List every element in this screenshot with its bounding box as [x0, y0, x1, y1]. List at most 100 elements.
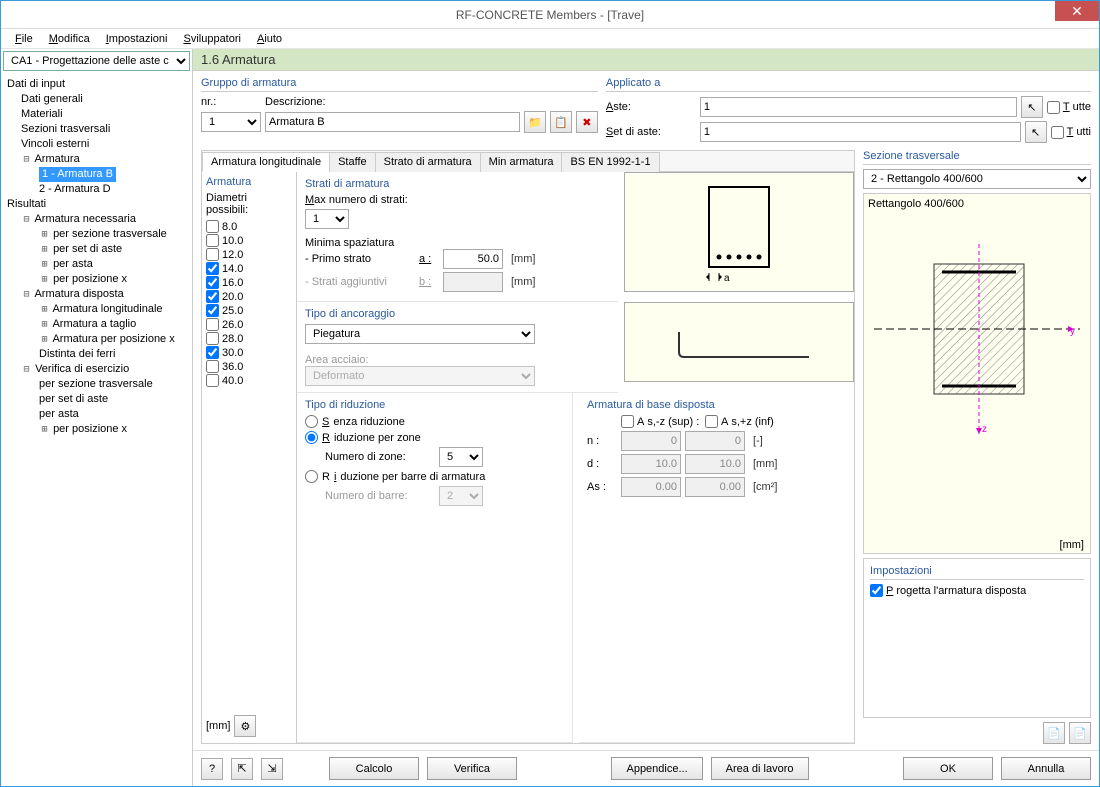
tree-ver-asta[interactable]: per asta: [3, 407, 190, 422]
tree-ver-pos[interactable]: ⊞ per posizione x: [3, 422, 190, 437]
sezione-unit: [mm]: [1060, 539, 1084, 551]
tree-ver-eser[interactable]: ⊟ Verifica di esercizio: [3, 362, 190, 377]
tree-per-set[interactable]: ⊞ per set di aste: [3, 242, 190, 257]
tree-per-asta[interactable]: ⊞ per asta: [3, 257, 190, 272]
base-title: Armatura di base disposta: [587, 399, 846, 411]
pick-set-icon[interactable]: ↖: [1025, 121, 1047, 143]
tab-staffe[interactable]: Staffe: [329, 152, 376, 172]
diam-26.0[interactable]: 26.0: [206, 318, 292, 331]
tutte-checkbox[interactable]: Tutte: [1047, 101, 1091, 114]
max-strati-select[interactable]: 1: [305, 209, 349, 229]
sezione-select[interactable]: 2 - Rettangolo 400/600: [863, 169, 1091, 189]
tree-materiali[interactable]: Materiali: [3, 107, 190, 122]
as-unit: [cm²]: [753, 481, 777, 493]
group-applicato-title: Applicato a: [606, 77, 1091, 92]
tree-ver-sez[interactable]: per sezione trasversale: [3, 377, 190, 392]
tab-min[interactable]: Min armatura: [480, 152, 563, 172]
nav-tree[interactable]: Dati di input Dati generali Materiali Se…: [1, 73, 192, 786]
export-icon-2[interactable]: 📄: [1069, 722, 1091, 744]
diam-12.0[interactable]: 12.0: [206, 248, 292, 261]
import-icon[interactable]: ⇱: [231, 758, 253, 780]
tab-norm[interactable]: BS EN 1992-1-1: [561, 152, 659, 172]
tree-per-pos[interactable]: ⊞ per posizione x: [3, 272, 190, 287]
diam-28.0[interactable]: 28.0: [206, 332, 292, 345]
menu-aiuto[interactable]: Aiuto: [251, 31, 288, 47]
tree-arm-long[interactable]: ⊞ Armatura longitudinale: [3, 302, 190, 317]
diam-30.0[interactable]: 30.0: [206, 346, 292, 359]
num-barre-select: 2: [439, 486, 483, 506]
n2-input: [685, 431, 745, 451]
diam-25.0[interactable]: 25.0: [206, 304, 292, 317]
open-icon[interactable]: 📁: [524, 111, 546, 133]
imp-title: Impostazioni: [870, 565, 1084, 580]
num-zone-select[interactable]: 5: [439, 447, 483, 467]
progetta-chk[interactable]: Progetta l'armatura disposta: [870, 584, 1026, 597]
calcolo-button[interactable]: Calcolo: [329, 757, 419, 780]
svg-text:z: z: [982, 424, 987, 435]
set-label: Set di aste:: [606, 126, 696, 138]
case-selector[interactable]: CA1 - Progettazione delle aste c: [3, 51, 190, 71]
as-lbl: As :: [587, 481, 617, 493]
diam-10.0[interactable]: 10.0: [206, 234, 292, 247]
n-lbl: n :: [587, 435, 617, 447]
help-icon[interactable]: ?: [201, 758, 223, 780]
tree-dati-input[interactable]: Dati di input: [3, 77, 190, 92]
tab-strato[interactable]: Strato di armatura: [375, 152, 481, 172]
export-icon[interactable]: ⇲: [261, 758, 283, 780]
diam-16.0[interactable]: 16.0: [206, 276, 292, 289]
diam-20.0[interactable]: 20.0: [206, 290, 292, 303]
tree-armatura-d[interactable]: 2 - Armatura D: [3, 182, 190, 197]
menu-impostazioni[interactable]: Impostazioni: [100, 31, 174, 47]
tree-per-sez[interactable]: ⊞ per sezione trasversale: [3, 227, 190, 242]
verifica-button[interactable]: Verifica: [427, 757, 517, 780]
diam-36.0[interactable]: 36.0: [206, 360, 292, 373]
tree-arm-posx[interactable]: ⊞ Armatura per posizione x: [3, 332, 190, 347]
ancor-select[interactable]: Piegatura: [305, 324, 535, 344]
tree-armatura-b[interactable]: 1 - Armatura B: [3, 167, 190, 182]
copy-icon[interactable]: 📋: [550, 111, 572, 133]
d2-input: [685, 454, 745, 474]
tree-sezioni[interactable]: Sezioni trasversali: [3, 122, 190, 137]
tree-arm-nec[interactable]: ⊟ Armatura necessaria: [3, 212, 190, 227]
n-unit: [-]: [753, 435, 763, 447]
tree-vincoli[interactable]: Vincoli esterni: [3, 137, 190, 152]
riduz-title: Tipo di riduzione: [305, 399, 564, 411]
annulla-button[interactable]: Annulla: [1001, 757, 1091, 780]
diam-8.0[interactable]: 8.0: [206, 220, 292, 233]
pick-aste-icon[interactable]: ↖: [1021, 96, 1043, 118]
radio-senza[interactable]: Senza riduzione: [305, 415, 564, 428]
menu-sviluppatori[interactable]: Sviluppatori: [177, 31, 246, 47]
radio-barre[interactable]: Riduzione per barre di armatura: [305, 470, 564, 483]
ok-button[interactable]: OK: [903, 757, 993, 780]
nr-label: nr.:: [201, 96, 261, 108]
delete-icon[interactable]: ✖: [576, 111, 598, 133]
primo-unit: [mm]: [511, 253, 535, 265]
tree-dati-generali[interactable]: Dati generali: [3, 92, 190, 107]
diam-settings-icon[interactable]: ⚙: [234, 715, 256, 737]
tutti-checkbox[interactable]: Tutti: [1051, 126, 1091, 139]
as-sup-chk[interactable]: As,-z (sup):: [621, 415, 701, 428]
radio-zone[interactable]: Riduzione per zone: [305, 431, 564, 444]
nr-select[interactable]: 1: [201, 112, 261, 132]
appendice-button[interactable]: Appendice...: [611, 757, 702, 780]
export-icon-1[interactable]: 📄: [1043, 722, 1065, 744]
area-button[interactable]: Area di lavoro: [711, 757, 809, 780]
tree-arm-taglio[interactable]: ⊞ Armatura a taglio: [3, 317, 190, 332]
tree-distinta[interactable]: Distinta dei ferri: [3, 347, 190, 362]
tree-arm-disp[interactable]: ⊟ Armatura disposta: [3, 287, 190, 302]
aste-input[interactable]: [700, 97, 1017, 117]
tree-ver-set[interactable]: per set di aste: [3, 392, 190, 407]
close-button[interactable]: ✕: [1055, 1, 1099, 21]
tree-risultati[interactable]: Risultati: [3, 197, 190, 212]
set-input[interactable]: [700, 122, 1021, 142]
diam-40.0[interactable]: 40.0: [206, 374, 292, 387]
menu-file[interactable]: File: [9, 31, 39, 47]
tree-armatura[interactable]: ⊟ Armatura: [3, 152, 190, 167]
desc-input[interactable]: [265, 112, 520, 132]
primo-input[interactable]: [443, 249, 503, 269]
diam-14.0[interactable]: 14.0: [206, 262, 292, 275]
svg-text:a: a: [724, 273, 730, 284]
menu-modifica[interactable]: Modifica: [43, 31, 96, 47]
as-inf-chk[interactable]: As,+z (inf): [705, 415, 785, 428]
tab-longitudinale[interactable]: Armatura longitudinale: [202, 152, 330, 172]
